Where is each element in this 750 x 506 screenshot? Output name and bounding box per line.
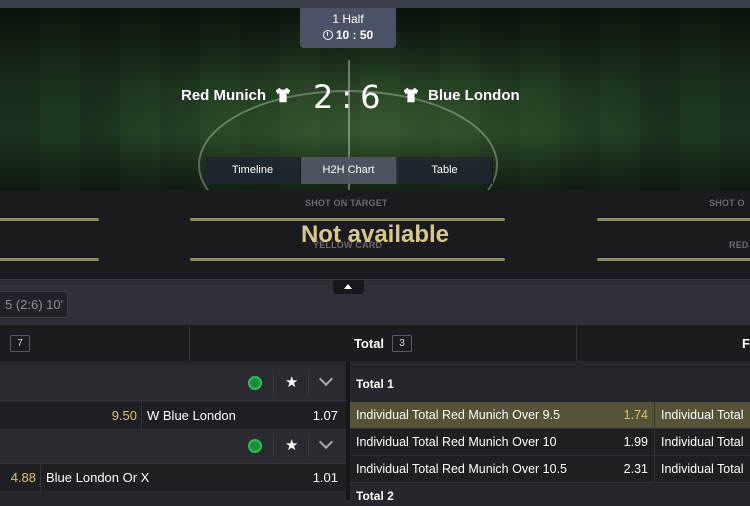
odds-name[interactable]: W Blue London <box>142 402 264 429</box>
chevron-down-icon[interactable] <box>318 374 336 388</box>
clock-icon <box>322 30 333 40</box>
home-score: 2 <box>313 78 336 116</box>
market-group-title: Total 1 <box>350 366 750 402</box>
ball-icon[interactable] <box>248 439 262 453</box>
tab-table[interactable]: Table <box>397 157 493 184</box>
odds-name: Individual Total Red Munich Over 10 <box>356 435 557 449</box>
away-team-name: Blue London <box>428 86 520 104</box>
divider <box>308 372 309 394</box>
left-markets: ★ 9.50 W Blue London 1.07 ★ 4.88 Blue Lo… <box>0 366 346 500</box>
odds-row: 9.50 W Blue London 1.07 <box>0 402 346 429</box>
collapse-stats-button[interactable] <box>333 280 364 294</box>
match-clock-wrap: 10 : 50 <box>300 28 396 42</box>
shirt-icon <box>403 87 419 103</box>
odds-name: Individual Total Red Munich Over 10.5 <box>356 462 567 476</box>
odds-value: 1.99 <box>623 435 648 449</box>
divider <box>273 372 274 394</box>
match-view-tabs: Timeline H2H Chart Table <box>205 157 493 184</box>
odds-row: Individual Total Red Munich Over 10 1.99… <box>350 429 750 456</box>
odds-cell[interactable]: 9.50 <box>0 402 142 429</box>
chevron-down-icon[interactable] <box>318 437 336 451</box>
market-tab-3[interactable]: F <box>577 325 750 361</box>
odds-name: Individual Total <box>661 408 744 422</box>
stat-caption-shot-cut: SHOT O <box>709 198 745 208</box>
ball-icon[interactable] <box>248 376 262 390</box>
market-tab-total[interactable]: Total 3 <box>190 325 577 361</box>
market-count-badge: 3 <box>392 334 413 352</box>
tab-h2h-chart[interactable]: H2H Chart <box>301 157 397 184</box>
market-group-title: Total 2 <box>356 489 394 503</box>
odds-cell[interactable]: Individual Total Red Munich Over 10 1.99 <box>350 429 655 456</box>
filter-bar: 5 (2:6) 10' <box>0 281 750 325</box>
market-count-badge: 7 <box>10 334 30 352</box>
market-tabs: 7 Total 3 F <box>0 325 750 361</box>
odds-name[interactable]: Blue London Or X <box>41 464 261 491</box>
odds-cell[interactable]: 1.01 <box>261 464 346 491</box>
divider <box>308 435 309 457</box>
shirt-icon <box>275 87 291 103</box>
top-strip <box>0 0 750 8</box>
match-period: 1 Half <box>332 12 364 26</box>
score-separator: : <box>341 78 355 116</box>
match-filter-chip[interactable]: 5 (2:6) 10' <box>0 291 68 318</box>
tab-timeline[interactable]: Timeline <box>205 157 301 184</box>
odds-cell[interactable]: Individual Total <box>655 429 750 456</box>
odds-cell[interactable]: Individual Total Red Munich Over 9.5 1.7… <box>350 402 655 429</box>
star-icon[interactable]: ★ <box>285 373 298 391</box>
star-icon[interactable]: ★ <box>285 436 298 454</box>
stat-bar <box>190 258 505 261</box>
divider <box>273 435 274 457</box>
home-team-name: Red Munich <box>181 86 266 104</box>
market-header: ★ <box>0 366 346 401</box>
home-team: Red Munich <box>181 86 292 104</box>
away-team: Blue London <box>402 86 520 104</box>
right-markets: Total 1 Individual Total Red Munich Over… <box>350 366 750 503</box>
odds-row: Individual Total Red Munich Over 9.5 1.7… <box>350 402 750 429</box>
odds-row: 4.88 Blue London Or X 1.01 <box>0 464 346 491</box>
market-tab-1[interactable]: 7 <box>0 325 190 361</box>
match-clock: 10 : 50 <box>335 28 374 42</box>
market-tab-label: F <box>742 335 750 351</box>
odds-cell[interactable]: 4.88 <box>0 464 41 491</box>
odds-cell[interactable]: Individual Total <box>655 456 750 483</box>
odds-value: 2.31 <box>623 462 648 476</box>
not-available-overlay: Not available <box>300 221 450 248</box>
odds-name: Individual Total <box>661 462 744 476</box>
stat-caption-shot-on-target: SHOT ON TARGET <box>305 198 388 208</box>
odds-cell[interactable]: Individual Total <box>655 402 750 429</box>
odds-cell[interactable]: Individual Total Red Munich Over 10.5 2.… <box>350 456 655 483</box>
odds-row: Individual Total Red Munich Over 10.5 2.… <box>350 456 750 483</box>
match-period-box: 1 Half 10 : 50 <box>300 8 396 48</box>
away-score: 6 <box>360 78 383 116</box>
scoreboard: 1 Half 10 : 50 Red Munich 2:6 Blue Londo… <box>0 0 750 190</box>
odds-name: Individual Total Red Munich Over 9.5 <box>356 408 561 422</box>
market-header: ★ <box>0 429 346 464</box>
odds-cell[interactable]: 1.07 <box>264 402 346 429</box>
odds-name: Individual Total <box>661 435 744 449</box>
odds-value: 1.74 <box>623 408 648 422</box>
market-tab-label: Total <box>353 335 385 351</box>
stat-bar <box>597 258 750 261</box>
scoreline: 2:6 <box>313 78 383 116</box>
stat-bar <box>0 258 99 261</box>
